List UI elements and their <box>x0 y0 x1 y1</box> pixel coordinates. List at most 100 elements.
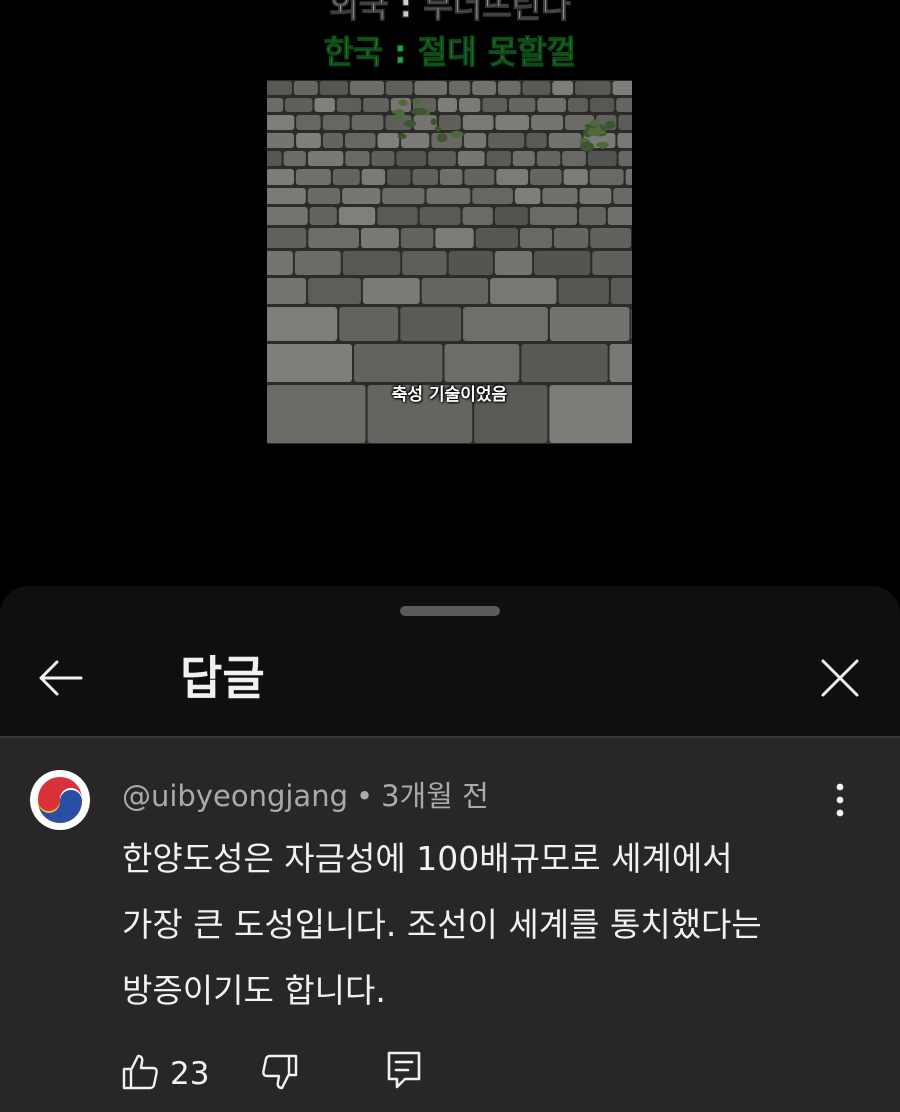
wall-stone <box>308 228 359 248</box>
comment-author[interactable]: @uibyeongjang <box>122 779 348 813</box>
wall-stone <box>472 188 513 204</box>
wall-stone <box>521 344 608 382</box>
avatar[interactable] <box>30 770 90 830</box>
wall-plant <box>391 117 403 122</box>
wall-stone <box>322 133 343 148</box>
wall-stone <box>377 207 418 225</box>
more-options-button[interactable] <box>818 778 862 822</box>
wall-plant <box>591 129 606 135</box>
wall-stone <box>625 169 632 185</box>
wall-plant <box>398 99 408 106</box>
wall-stone <box>338 207 376 225</box>
dislike-button[interactable] <box>260 1050 300 1094</box>
taegeuk-avatar-icon <box>35 775 85 825</box>
wall-plant <box>604 120 616 130</box>
wall-stone <box>419 207 461 225</box>
wall-stone <box>308 278 361 304</box>
video-player[interactable]: 외국 : 무너뜨린다 한국 : 절대 못할껄 축성 기술이었음 <box>0 0 900 600</box>
wall-stone <box>589 169 624 185</box>
wall-stone <box>618 115 632 130</box>
wall-plant <box>412 97 421 105</box>
wall-stone <box>332 169 360 185</box>
wall-stone <box>428 151 456 166</box>
comment-line: 방증이기도 합니다. <box>122 971 386 1010</box>
wall-stone <box>542 188 578 204</box>
wall-stone <box>339 307 399 341</box>
wall-stone <box>486 151 511 166</box>
like-button[interactable] <box>120 1050 160 1094</box>
wall-stone <box>448 251 493 275</box>
wall-stone <box>267 98 284 112</box>
wall-stone <box>520 228 553 248</box>
wall-plant <box>580 141 594 152</box>
comment-card: @uibyeongjang • 3개월 전 한양도성은 자금성에 100배규모로 세… <box>0 736 900 1112</box>
wall-plant <box>596 141 609 148</box>
arrow-left-icon <box>39 660 83 696</box>
wall-stone <box>426 188 471 204</box>
wall-stone <box>579 188 612 204</box>
wall-stone <box>345 151 370 166</box>
wall-stone <box>568 98 588 112</box>
wall-stone <box>534 251 591 275</box>
wall-stone <box>439 169 463 185</box>
wall-stone <box>490 278 557 304</box>
wall-stone <box>421 278 489 304</box>
wall-stone <box>267 81 292 95</box>
wall-stone <box>267 228 307 248</box>
wall-plant <box>411 107 427 116</box>
more-vertical-icon <box>836 783 844 817</box>
wall-stone <box>488 133 525 148</box>
wall-stone <box>457 151 485 166</box>
wall-stone <box>558 278 609 304</box>
wall-stone <box>336 98 362 112</box>
wall-stone <box>267 251 293 275</box>
wall-stone <box>529 207 577 225</box>
wall-stone <box>396 151 427 166</box>
wall-stone <box>631 308 632 340</box>
wall-stone <box>496 169 529 185</box>
wall-stone <box>548 133 582 148</box>
wall-stone <box>537 98 566 112</box>
wall-stone <box>354 344 443 382</box>
wall-stone <box>494 207 528 225</box>
wall-stone <box>459 98 481 112</box>
wall-stone <box>495 115 530 130</box>
wall-stone <box>463 307 548 341</box>
wall-stone <box>464 169 495 185</box>
wall-stone <box>589 98 615 112</box>
close-button[interactable] <box>810 648 870 708</box>
wall-stone <box>435 228 474 248</box>
wall-stone <box>514 188 541 204</box>
wall-stone <box>462 115 494 130</box>
wall-stone <box>463 133 487 148</box>
drag-handle[interactable] <box>400 606 500 616</box>
wall-stone <box>342 251 401 275</box>
wall-plant <box>403 120 417 128</box>
wall-stone <box>437 98 457 112</box>
wall-stone <box>616 98 632 112</box>
video-frame-stone-wall: 축성 기술이었음 <box>267 80 632 444</box>
reply-button[interactable] <box>384 1048 424 1092</box>
comment-meta: @uibyeongjang • 3개월 전 <box>122 776 489 816</box>
wall-stone <box>267 151 282 166</box>
comment-actions: 23 <box>0 1048 900 1098</box>
wall-stone <box>526 133 547 148</box>
back-button[interactable] <box>30 648 90 708</box>
wall-stone <box>536 151 561 166</box>
comment-time: 3개월 전 <box>381 779 489 813</box>
comment-line: 가장 큰 도성입니다. 조선이 세계를 통치했다는 <box>122 905 762 944</box>
wall-plant <box>392 109 405 115</box>
video-subtitle: 축성 기술이었음 <box>391 385 508 405</box>
wall-stone <box>438 115 461 130</box>
wall-stone <box>472 81 496 95</box>
wall-stone <box>449 81 471 95</box>
wall-plant <box>434 126 441 132</box>
like-count: 23 <box>170 1056 210 1092</box>
wall-stone <box>579 207 606 225</box>
wall-stone <box>475 228 518 248</box>
wall-stone <box>362 278 420 304</box>
wall-stone <box>267 207 308 225</box>
wall-stone <box>267 307 338 341</box>
wall-stone <box>531 115 564 130</box>
wall-stone <box>314 98 335 112</box>
